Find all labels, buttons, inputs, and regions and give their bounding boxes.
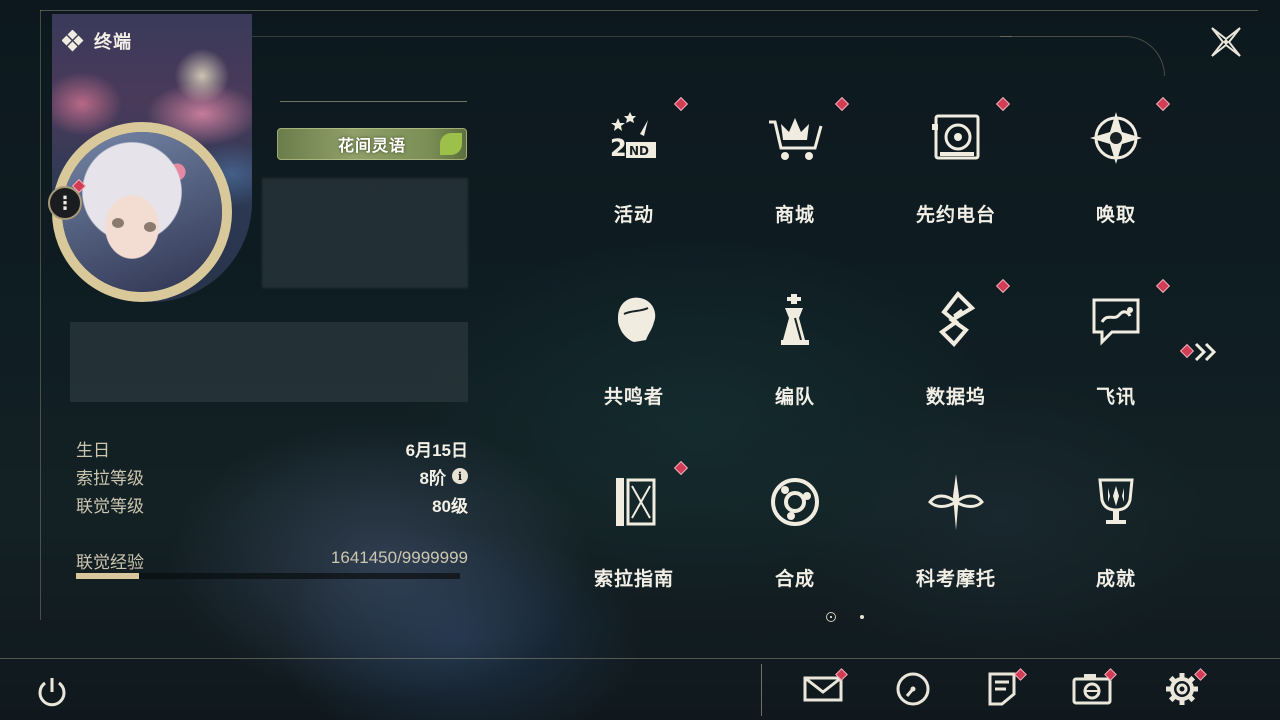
menu-item-label: 编队	[774, 387, 815, 408]
page-dot-active[interactable]	[826, 612, 836, 622]
exp-progress-bar	[76, 573, 460, 579]
stat-label: 索拉等级	[76, 468, 144, 488]
message-chat-icon	[1092, 298, 1140, 346]
menu-item-label: 成就	[1095, 569, 1136, 590]
stat-value: 80级	[432, 496, 468, 516]
avatar[interactable]	[62, 132, 222, 292]
frame-line-left	[40, 10, 41, 620]
pioneer-radio-icon	[932, 114, 980, 160]
clock-button[interactable]	[893, 670, 937, 710]
menu-item-team[interactable]: 编队	[725, 268, 865, 428]
svg-text:2: 2	[610, 134, 627, 162]
notification-badge	[673, 460, 689, 476]
event-2nd-anniversary-icon: 2 ND	[610, 112, 656, 162]
stat-birthday: 生日 6月15日	[76, 434, 468, 462]
stat-solaris-level: 索拉等级 8阶 i	[76, 462, 468, 490]
menu-item-resonators[interactable]: 共鸣者	[564, 268, 704, 428]
notification-badge	[1155, 96, 1171, 112]
notes-button[interactable]	[982, 668, 1027, 710]
title-badge[interactable]: 花间灵语	[277, 128, 467, 160]
solaris-guide-icon	[616, 478, 656, 526]
profile-stats: 生日 6月15日 索拉等级 8阶 i 联觉等级 80级	[76, 434, 468, 518]
header: 终端	[62, 28, 132, 54]
menu-item-label: 索拉指南	[593, 569, 674, 590]
notification-badge	[995, 96, 1011, 112]
svg-text:ND: ND	[629, 144, 649, 158]
menu-item-label: 合成	[774, 569, 815, 590]
menu-item-guide[interactable]: 索拉指南	[564, 450, 704, 610]
menu-item-label: 数据坞	[925, 387, 986, 408]
close-button[interactable]	[1206, 22, 1246, 62]
shop-crown-cart-icon	[769, 118, 823, 160]
hidden-info-box	[262, 178, 468, 288]
motorbike-icon	[928, 474, 984, 530]
menu-item-convene[interactable]: 唤取	[1046, 86, 1186, 246]
menu-item-shop[interactable]: 商城	[725, 86, 865, 246]
title-badge-label: 花间灵语	[337, 138, 406, 155]
mail-button[interactable]	[803, 668, 848, 710]
data-bank-icon	[938, 290, 976, 347]
avatar-eye	[144, 222, 156, 232]
diamond-cluster-icon	[62, 30, 84, 52]
stat-label: 生日	[76, 440, 110, 460]
more-vertical-icon: ⋮	[56, 193, 74, 213]
exp-label: 联觉经验	[76, 553, 144, 572]
stat-value-wrap: 8阶 i	[420, 464, 468, 489]
menu-item-event[interactable]: 2 ND 活动	[564, 86, 704, 246]
settings-button[interactable]	[1162, 668, 1207, 710]
team-chess-icon	[781, 294, 809, 345]
close-icon	[1211, 27, 1241, 57]
stat-label: 联觉等级	[76, 496, 144, 516]
avatar-eye	[112, 218, 124, 228]
convene-compass-icon	[1090, 112, 1142, 164]
camera-button[interactable]	[1072, 668, 1117, 710]
power-button[interactable]	[34, 674, 70, 710]
menu-item-label: 先约电台	[915, 205, 996, 226]
page-indicator	[826, 612, 870, 624]
stat-value: 8阶	[419, 468, 446, 488]
menu-item-label: 活动	[613, 205, 654, 226]
frame-arc	[1000, 36, 1165, 76]
exp-progress-fill	[76, 573, 139, 579]
page-dot[interactable]	[860, 615, 864, 619]
menu-item-messages[interactable]: 飞讯	[1046, 268, 1186, 428]
double-chevron-right-icon	[1194, 342, 1217, 362]
frame-line-inner	[252, 36, 1012, 37]
exp-value: 1641450/9999999	[330, 548, 468, 567]
achievement-trophy-icon	[1098, 478, 1134, 524]
notification-badge	[1155, 278, 1171, 294]
menu-item-radio[interactable]: 先约电台	[886, 86, 1026, 246]
menu-item-motorbike[interactable]: 科考摩托	[886, 450, 1026, 610]
notification-badge	[995, 278, 1011, 294]
name-divider	[280, 101, 467, 102]
clock-icon	[896, 672, 930, 706]
menu-item-label: 共鸣者	[603, 387, 664, 408]
menu-item-data-bank[interactable]: 数据坞	[886, 268, 1026, 428]
menu-grid: 2 ND 活动 商城 先约电台 唤取 共鸣者 编队 数据坞 飞讯 索拉指南 合成…	[560, 86, 1200, 626]
next-page-button[interactable]	[1179, 340, 1220, 364]
notification-badge	[673, 96, 689, 112]
menu-item-synthesis[interactable]: 合成	[725, 450, 865, 610]
page-title: 终端	[94, 32, 132, 52]
stat-value: 6月15日	[405, 440, 468, 460]
hidden-signature-box	[70, 322, 468, 402]
notification-badge	[834, 96, 850, 112]
exp-row: 联觉经验 1641450/9999999	[76, 548, 468, 573]
frame-line-top	[40, 10, 1258, 11]
bottom-separator	[761, 664, 762, 716]
menu-item-label: 商城	[774, 205, 815, 226]
synthesis-icon	[771, 478, 819, 526]
menu-item-label: 科考摩托	[915, 569, 996, 590]
menu-item-label: 唤取	[1095, 205, 1136, 226]
bottom-divider	[0, 658, 1280, 659]
menu-item-achievements[interactable]: 成就	[1046, 450, 1186, 610]
resonator-head-icon	[618, 297, 656, 342]
menu-item-label: 飞讯	[1095, 387, 1136, 408]
power-icon	[38, 678, 66, 707]
info-icon[interactable]: i	[452, 468, 468, 484]
stat-union-level: 联觉等级 80级	[76, 490, 468, 518]
leaf-icon	[440, 133, 462, 155]
